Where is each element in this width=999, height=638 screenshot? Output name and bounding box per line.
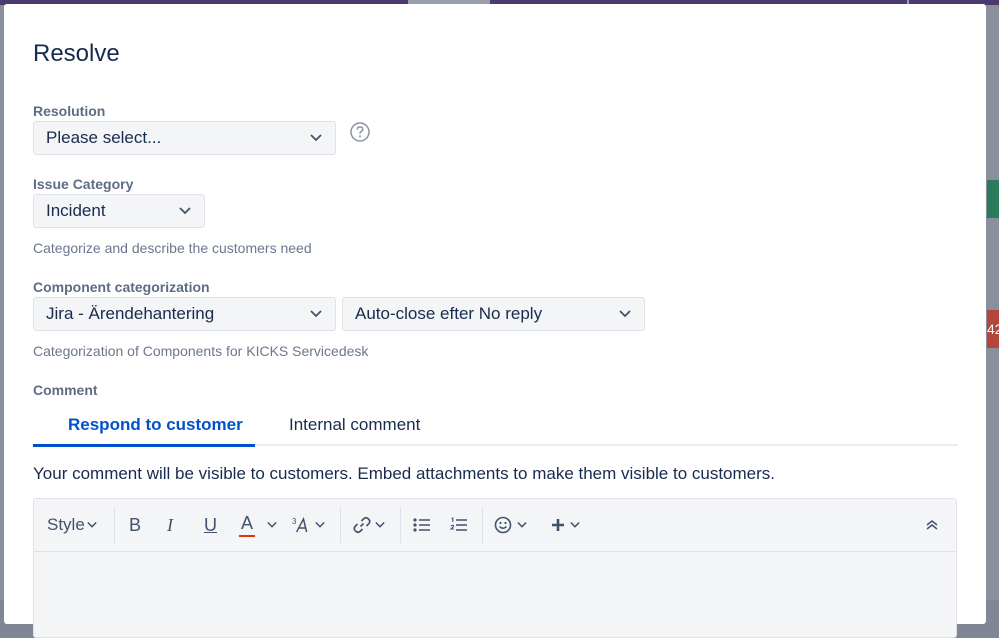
editor-toolbar: Style B I U A 3 <box>34 499 956 552</box>
resolution-select-value: Please select... <box>46 128 162 147</box>
issue-category-help: Categorize and describe the customers ne… <box>33 240 312 256</box>
underline-icon: U <box>204 514 217 535</box>
more-formatting-button[interactable]: 3 <box>292 513 325 537</box>
more-formatting-icon: 3 <box>292 516 308 533</box>
plus-icon <box>552 519 564 531</box>
help-question-icon[interactable] <box>350 122 370 142</box>
background-status-lozenge <box>987 180 999 218</box>
svg-text:3: 3 <box>292 517 297 526</box>
tab-respond-to-customer[interactable]: Respond to customer <box>33 415 255 447</box>
double-chevron-up-icon <box>926 520 938 530</box>
insert-button[interactable] <box>550 513 580 537</box>
component-select-secondary[interactable]: Auto-close efter No reply <box>342 297 645 331</box>
issue-category-label: Issue Category <box>33 176 134 192</box>
chevron-down-icon <box>309 131 323 145</box>
text-style-label: Style <box>47 515 85 534</box>
italic-icon: I <box>167 514 173 535</box>
comment-editor[interactable]: Style B I U A 3 <box>33 498 957 638</box>
link-button[interactable] <box>352 513 385 537</box>
chevron-down-icon <box>375 521 385 528</box>
resolve-dialog: Resolve Resolution Please select... Issu… <box>4 4 986 638</box>
chevron-down-icon <box>570 521 580 528</box>
background-red-badge: 42 <box>987 310 999 348</box>
comment-label: Comment <box>33 382 98 398</box>
chevron-down-icon <box>87 521 97 528</box>
bold-icon: B <box>129 514 142 535</box>
visibility-notice: Your comment will be visible to customer… <box>33 464 776 483</box>
component-help: Categorization of Components for KICKS S… <box>33 343 369 359</box>
chevron-down-icon <box>178 204 192 218</box>
italic-button[interactable]: I <box>167 513 173 537</box>
component-select-primary[interactable]: Jira - Ärendehantering <box>33 297 336 331</box>
collapse-toolbar-button[interactable] <box>925 513 939 537</box>
emoji-icon <box>494 516 512 534</box>
emoji-button[interactable] <box>494 513 527 537</box>
bold-button[interactable]: B <box>129 513 141 537</box>
numbered-list-button[interactable] <box>450 513 468 537</box>
text-color-icon: A <box>239 513 256 537</box>
resolution-label: Resolution <box>33 103 106 119</box>
component-label: Component categorization <box>33 279 210 295</box>
component-select-secondary-value: Auto-close efter No reply <box>355 304 543 323</box>
chevron-down-icon <box>315 521 325 528</box>
text-color-button[interactable]: A <box>239 513 277 537</box>
bullet-list-icon <box>413 518 430 532</box>
component-select-primary-value: Jira - Ärendehantering <box>46 304 215 323</box>
toolbar-divider <box>340 507 341 543</box>
chevron-down-icon <box>267 521 277 528</box>
resolution-select[interactable]: Please select... <box>33 121 336 155</box>
bullet-list-button[interactable] <box>413 513 431 537</box>
text-color-swatch <box>239 535 256 537</box>
underline-button[interactable]: U <box>204 513 217 537</box>
link-icon <box>353 516 371 534</box>
toolbar-divider <box>400 507 401 543</box>
toolbar-divider <box>114 507 115 543</box>
comment-tabs: Respond to customer Internal comment <box>33 407 958 447</box>
chevron-down-icon <box>309 307 323 321</box>
toolbar-divider <box>482 507 483 543</box>
tab-internal-comment[interactable]: Internal comment <box>289 415 420 435</box>
numbered-list-icon <box>450 517 467 531</box>
text-style-dropdown[interactable]: Style <box>47 513 97 537</box>
chevron-down-icon <box>618 307 632 321</box>
chevron-down-icon <box>517 521 527 528</box>
dialog-title: Resolve <box>33 40 120 67</box>
issue-category-value: Incident <box>46 201 106 220</box>
issue-category-select[interactable]: Incident <box>33 194 205 228</box>
